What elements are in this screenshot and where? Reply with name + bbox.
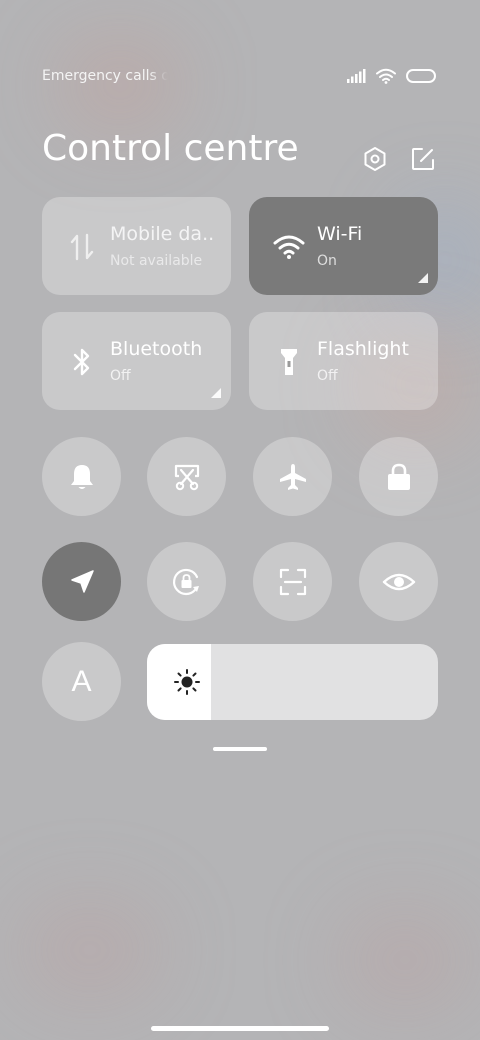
mobile-data-tile[interactable]: Mobile da.. Not available bbox=[42, 197, 231, 295]
home-indicator[interactable] bbox=[151, 1026, 329, 1031]
wifi-icon bbox=[376, 68, 396, 84]
wifi-tile[interactable]: Wi-Fi On bbox=[249, 197, 438, 295]
location-icon bbox=[70, 569, 94, 593]
reading-mode-toggle[interactable] bbox=[359, 542, 438, 621]
lock-screen-toggle[interactable] bbox=[359, 437, 438, 516]
rotation-lock-icon bbox=[172, 568, 199, 595]
mobile-data-status: Not available bbox=[110, 253, 203, 269]
rotation-lock-toggle[interactable] bbox=[147, 542, 226, 621]
mobile-data-label: Mobile da.. bbox=[110, 223, 215, 245]
location-toggle[interactable] bbox=[42, 542, 121, 621]
expand-corner-icon[interactable] bbox=[418, 273, 428, 283]
scanner-toggle[interactable] bbox=[253, 542, 332, 621]
edit-icon bbox=[412, 148, 434, 170]
bluetooth-tile[interactable]: Bluetooth Off bbox=[42, 312, 231, 410]
brightness-slider[interactable] bbox=[147, 644, 438, 720]
mobile-data-icon bbox=[66, 231, 98, 263]
flashlight-icon bbox=[273, 346, 305, 378]
lock-icon bbox=[387, 463, 410, 490]
status-bar: Emergency calls only bbox=[42, 64, 436, 88]
bluetooth-status: Off bbox=[110, 368, 131, 384]
bluetooth-label: Bluetooth bbox=[110, 338, 203, 360]
wifi-icon bbox=[273, 231, 305, 263]
battery-icon bbox=[406, 69, 436, 83]
background-glow bbox=[340, 910, 470, 1010]
screenshot-icon bbox=[174, 464, 199, 490]
drag-handle[interactable] bbox=[213, 747, 267, 751]
edit-button[interactable] bbox=[410, 146, 436, 172]
wifi-status: On bbox=[317, 253, 337, 269]
page-title: Control centre bbox=[42, 128, 299, 169]
flashlight-status: Off bbox=[317, 368, 338, 384]
sound-toggle[interactable] bbox=[42, 437, 121, 516]
auto-brightness-toggle[interactable]: A bbox=[42, 642, 121, 721]
expand-corner-icon[interactable] bbox=[211, 388, 221, 398]
header-actions bbox=[362, 146, 436, 172]
bell-icon bbox=[70, 464, 93, 489]
wifi-label: Wi-Fi bbox=[317, 223, 363, 245]
screenshot-toggle[interactable] bbox=[147, 437, 226, 516]
flashlight-tile[interactable]: Flashlight Off bbox=[249, 312, 438, 410]
eye-icon bbox=[382, 573, 415, 590]
auto-brightness-icon: A bbox=[71, 664, 92, 698]
scanner-icon bbox=[279, 568, 306, 595]
bluetooth-icon bbox=[66, 346, 98, 378]
carrier-status-text: Emergency calls only bbox=[42, 68, 168, 84]
airplane-mode-toggle[interactable] bbox=[253, 437, 332, 516]
background-glow bbox=[20, 900, 160, 1000]
settings-button[interactable] bbox=[362, 146, 388, 172]
status-icons bbox=[346, 68, 436, 84]
flashlight-label: Flashlight bbox=[317, 338, 409, 360]
signal-icon bbox=[347, 69, 366, 83]
settings-icon bbox=[364, 147, 386, 171]
sun-icon bbox=[174, 669, 200, 695]
airplane-icon bbox=[279, 463, 306, 490]
